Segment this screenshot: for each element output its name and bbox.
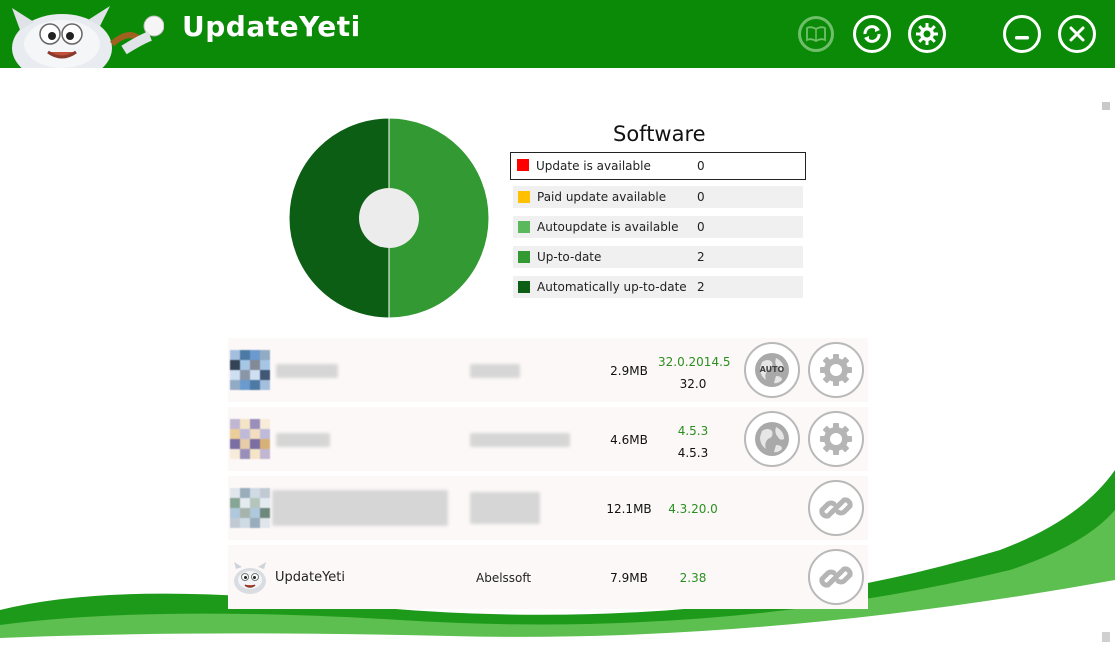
- software-size: 4.6MB: [610, 433, 648, 447]
- legend-label: Paid update available: [537, 190, 667, 204]
- settings-button[interactable]: [908, 15, 946, 53]
- app-icon: [230, 419, 270, 459]
- minimize-button[interactable]: [1003, 15, 1041, 53]
- software-name-redacted: [272, 490, 448, 526]
- legend-count: 0: [697, 190, 705, 204]
- legend-label: Update is available: [536, 159, 651, 173]
- legend-label: Automatically up-to-date: [537, 280, 687, 294]
- software-size: 12.1MB: [606, 502, 652, 516]
- open-website-button[interactable]: [808, 549, 864, 605]
- software-vendor-redacted: [470, 364, 520, 378]
- legend-count: 2: [697, 250, 705, 264]
- software-size: 2.9MB: [610, 364, 648, 378]
- software-size: 7.9MB: [610, 571, 648, 585]
- software-name-redacted: [276, 433, 330, 447]
- legend-count: 0: [697, 159, 705, 173]
- refresh-icon: [863, 25, 881, 43]
- software-settings-button[interactable]: [808, 342, 864, 398]
- legend-row[interactable]: Paid update available 0: [513, 186, 803, 208]
- legend-swatch: [518, 191, 530, 203]
- update-online-button[interactable]: [744, 411, 800, 467]
- auto-update-button[interactable]: AUTO: [744, 342, 800, 398]
- latest-version: 32.0.2014.5: [658, 355, 731, 369]
- software-vendor: Abelssoft: [476, 571, 532, 585]
- legend-label: Autoupdate is available: [537, 220, 679, 234]
- software-vendor-redacted: [470, 433, 570, 447]
- legend-swatch: [518, 281, 530, 293]
- help-book-button[interactable]: [798, 16, 834, 52]
- updateyeti-app-icon: [234, 562, 266, 594]
- installed-version: 4.5.3: [677, 446, 709, 460]
- gear-icon: [820, 354, 852, 386]
- software-icon: [230, 419, 270, 459]
- close-icon: [1069, 26, 1085, 42]
- donut-hole: [359, 188, 419, 248]
- open-website-button[interactable]: [808, 480, 864, 536]
- installed-version: 32.0: [679, 377, 707, 391]
- yeti-logo: [12, 6, 164, 68]
- link-icon: [819, 566, 853, 588]
- auto-badge: AUTO: [759, 365, 785, 374]
- legend-row[interactable]: Up-to-date 2: [513, 246, 803, 268]
- refresh-button[interactable]: [853, 15, 891, 53]
- software-icon: [230, 350, 270, 390]
- latest-version: 2.38: [679, 571, 707, 585]
- software-row[interactable]: UpdateYeti Abelssoft 7.9MB 2.38: [228, 545, 868, 609]
- legend-swatch: [518, 221, 530, 233]
- software-name: UpdateYeti: [275, 570, 346, 585]
- software-row[interactable]: 2.9MB 32.0.2014.5 32.0 AUTO: [228, 338, 868, 402]
- software-vendor-redacted: [470, 492, 540, 524]
- legend-row[interactable]: Automatically up-to-date 2: [513, 276, 803, 298]
- latest-version: 4.5.3: [677, 424, 709, 438]
- summary-title: Software: [613, 122, 706, 146]
- app-icon: [230, 488, 270, 528]
- software-settings-button[interactable]: [808, 411, 864, 467]
- globe-icon: [755, 422, 789, 456]
- legend-label: Up-to-date: [537, 250, 602, 264]
- software-row[interactable]: 4.6MB 4.5.3 4.5.3: [228, 407, 868, 471]
- link-icon: [819, 497, 853, 519]
- scrollbar[interactable]: [1102, 102, 1110, 642]
- latest-version: 4.3.20.0: [668, 502, 718, 516]
- legend-swatch: [518, 251, 530, 263]
- legend-row[interactable]: Autoupdate is available 0: [513, 216, 803, 238]
- legend-swatch: [517, 159, 529, 171]
- gear-icon: [916, 23, 938, 45]
- minimize-icon: [1015, 36, 1029, 40]
- software-icon: [230, 488, 270, 528]
- software-name-redacted: [276, 364, 338, 378]
- legend-row[interactable]: Update is available 0: [510, 152, 806, 180]
- app-title: UpdateYeti: [182, 10, 361, 43]
- close-button[interactable]: [1058, 15, 1096, 53]
- gear-icon: [820, 423, 852, 455]
- scroll-up-button[interactable]: [1102, 102, 1110, 110]
- book-icon: [806, 26, 826, 42]
- software-icon: [232, 561, 272, 601]
- scroll-down-button[interactable]: [1102, 632, 1110, 642]
- software-row[interactable]: 12.1MB 4.3.20.0: [228, 476, 868, 540]
- legend-count: 0: [697, 220, 705, 234]
- legend-count: 2: [697, 280, 705, 294]
- app-icon: [230, 350, 270, 390]
- status-donut-chart: [289, 118, 489, 318]
- title-bar: UpdateYeti: [0, 0, 1115, 68]
